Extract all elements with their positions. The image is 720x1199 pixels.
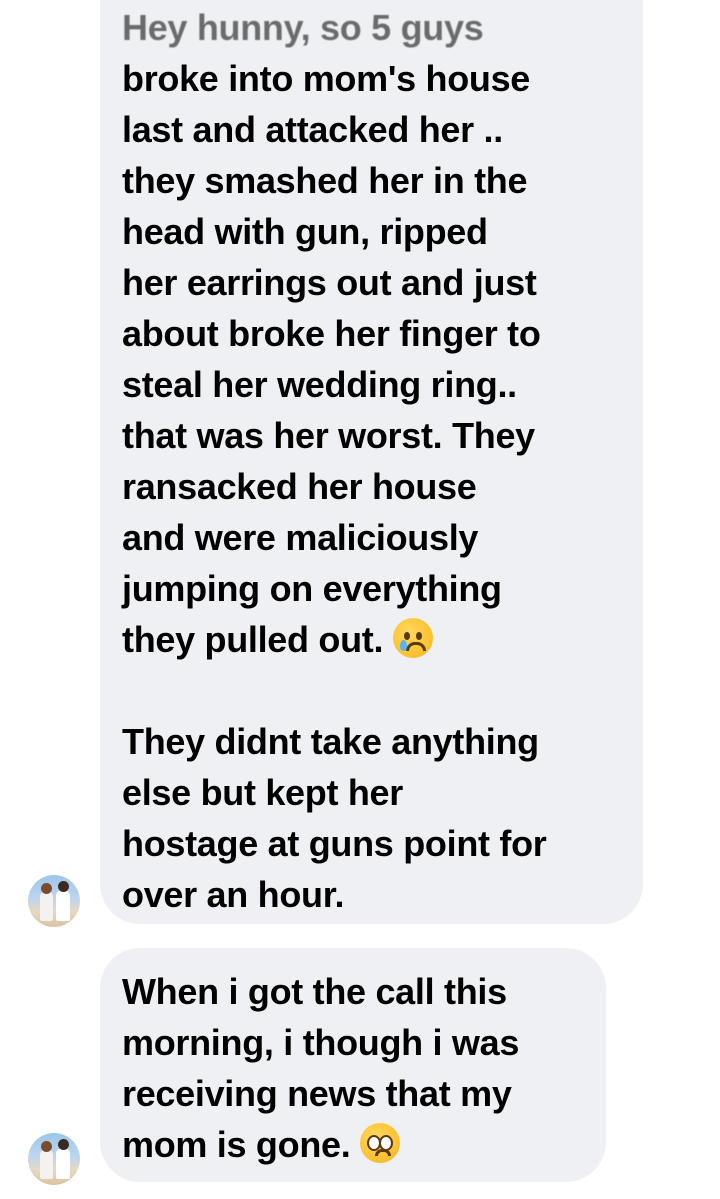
crying-face-emoji-icon: [393, 618, 434, 659]
message-text: When i got the call this morning, i thou…: [122, 971, 520, 1165]
message-bubble-1[interactable]: Hey hunny, so 5 guys broke into mom's ho…: [100, 0, 643, 924]
sender-avatar[interactable]: [28, 875, 80, 927]
message-paragraph: When i got the call this morning, i thou…: [122, 966, 580, 1170]
message-paragraph: broke into mom's house last and attacked…: [122, 53, 617, 665]
message-text: broke into mom's house last and attacked…: [122, 58, 541, 660]
sender-avatar[interactable]: [28, 1133, 80, 1185]
message-partial-line: Hey hunny, so 5 guys: [122, 7, 484, 48]
pleading-face-emoji-icon: [360, 1123, 401, 1164]
message-paragraph: They didnt take anything else but kept h…: [122, 721, 547, 915]
message-bubble-2[interactable]: When i got the call this morning, i thou…: [100, 948, 606, 1182]
